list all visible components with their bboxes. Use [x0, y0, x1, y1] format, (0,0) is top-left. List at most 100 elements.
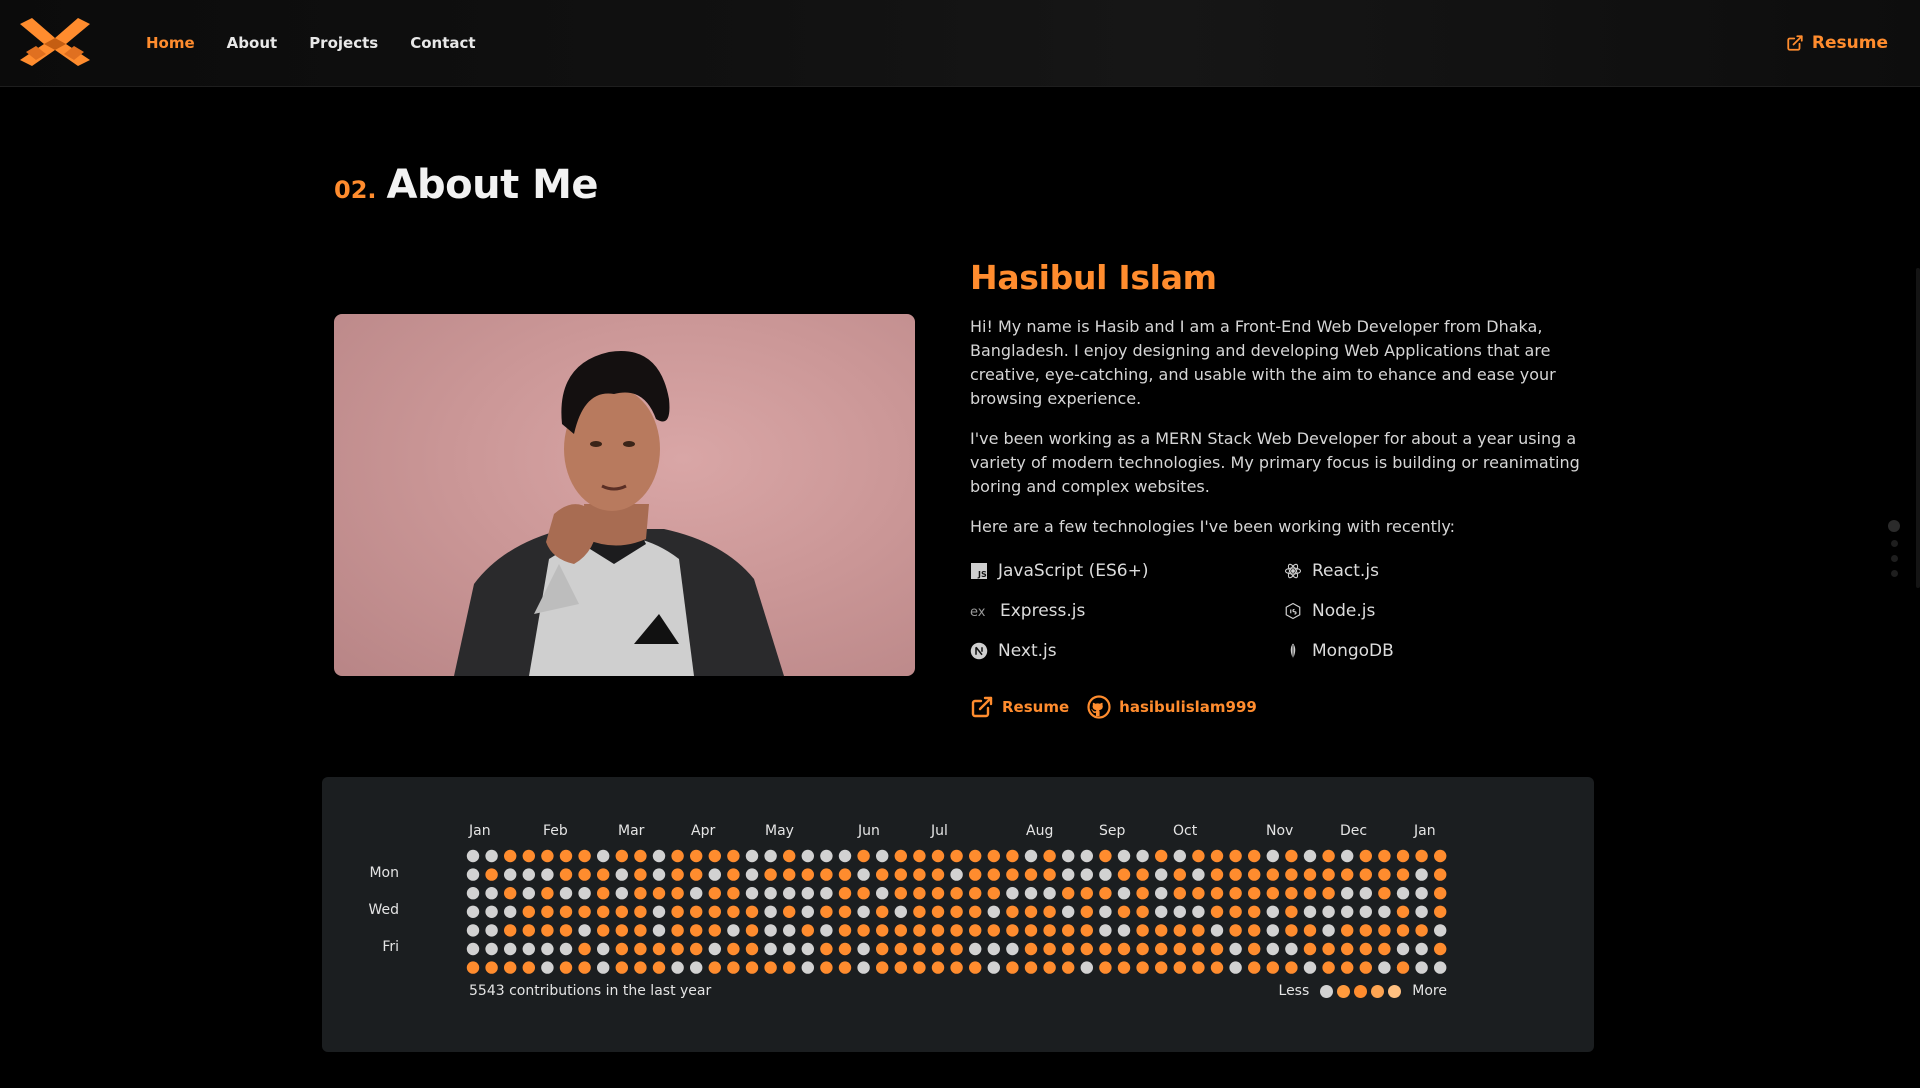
contribution-day[interactable]: [634, 887, 647, 900]
contribution-day[interactable]: [1396, 868, 1410, 881]
contribution-day[interactable]: [1043, 942, 1056, 956]
contribution-day[interactable]: [1006, 942, 1019, 956]
contribution-day[interactable]: [522, 905, 535, 918]
contribution-day[interactable]: [1006, 924, 1019, 937]
contribution-day[interactable]: [652, 924, 666, 937]
contribution-day[interactable]: [1099, 868, 1112, 881]
scrollbar-thumb[interactable]: [1916, 268, 1920, 588]
contribution-day[interactable]: [708, 961, 721, 974]
contribution-day[interactable]: [578, 887, 591, 900]
contribution-day[interactable]: [1434, 924, 1447, 937]
contribution-day[interactable]: [559, 868, 573, 881]
contribution-day[interactable]: [894, 905, 907, 918]
contribution-day[interactable]: [690, 961, 703, 974]
contribution-day[interactable]: [1285, 924, 1298, 937]
contribution-day[interactable]: [541, 849, 554, 863]
contribution-day[interactable]: [1136, 942, 1149, 956]
contribution-day[interactable]: [1341, 905, 1354, 918]
contribution-day[interactable]: [1062, 868, 1075, 881]
pager-dot[interactable]: [1890, 540, 1898, 547]
contribution-day[interactable]: [820, 887, 833, 900]
contribution-day[interactable]: [1006, 868, 1019, 881]
contribution-day[interactable]: [1415, 849, 1428, 863]
contribution-day[interactable]: [1080, 924, 1093, 937]
contribution-day[interactable]: [485, 961, 498, 974]
contribution-day[interactable]: [1062, 961, 1075, 974]
contribution-day[interactable]: [1006, 849, 1019, 863]
contribution-day[interactable]: [1229, 961, 1242, 974]
contribution-day[interactable]: [1155, 887, 1168, 900]
contribution-day[interactable]: [783, 924, 796, 937]
contribution-day[interactable]: [894, 849, 907, 863]
contribution-day[interactable]: [1303, 924, 1317, 937]
contribution-day[interactable]: [1229, 942, 1242, 956]
resume-link[interactable]: Resume: [970, 695, 1069, 719]
contribution-day[interactable]: [1359, 905, 1372, 918]
contribution-day[interactable]: [652, 961, 666, 974]
contribution-day[interactable]: [1192, 887, 1205, 900]
contribution-day[interactable]: [1024, 924, 1038, 937]
contribution-day[interactable]: [1024, 942, 1038, 956]
contribution-day[interactable]: [1173, 849, 1186, 863]
contribution-day[interactable]: [541, 905, 554, 918]
pager-dot[interactable]: [1890, 555, 1898, 562]
contribution-day[interactable]: [950, 924, 963, 937]
contribution-day[interactable]: [1434, 942, 1447, 956]
contribution-day[interactable]: [1359, 942, 1372, 956]
contribution-day[interactable]: [1359, 924, 1372, 937]
contribution-day[interactable]: [1303, 868, 1317, 881]
contribution-day[interactable]: [969, 924, 982, 937]
contribution-day[interactable]: [615, 905, 628, 918]
contribution-day[interactable]: [1415, 942, 1428, 956]
contribution-day[interactable]: [541, 868, 554, 881]
contribution-day[interactable]: [1099, 961, 1112, 974]
contribution-day[interactable]: [801, 942, 814, 956]
contribution-day[interactable]: [1396, 924, 1410, 937]
contribution-day[interactable]: [931, 961, 945, 974]
contribution-day[interactable]: [950, 849, 963, 863]
contribution-day[interactable]: [764, 887, 777, 900]
contribution-day[interactable]: [522, 924, 535, 937]
contribution-day[interactable]: [671, 849, 684, 863]
logo-icon[interactable]: [18, 16, 92, 66]
contribution-day[interactable]: [671, 905, 684, 918]
contribution-day[interactable]: [578, 849, 591, 863]
contribution-day[interactable]: [652, 887, 666, 900]
contribution-day[interactable]: [559, 961, 573, 974]
contribution-day[interactable]: [1396, 905, 1410, 918]
contribution-day[interactable]: [1192, 905, 1205, 918]
contribution-day[interactable]: [466, 942, 480, 956]
contribution-day[interactable]: [597, 849, 610, 863]
contribution-day[interactable]: [876, 887, 889, 900]
contribution-day[interactable]: [1266, 887, 1279, 900]
contribution-day[interactable]: [1117, 887, 1131, 900]
contribution-day[interactable]: [801, 924, 814, 937]
contribution-day[interactable]: [671, 942, 684, 956]
contribution-day[interactable]: [559, 887, 573, 900]
contribution-day[interactable]: [838, 887, 852, 900]
contribution-day[interactable]: [876, 905, 889, 918]
contribution-day[interactable]: [987, 849, 1000, 863]
contribution-day[interactable]: [559, 905, 573, 918]
contribution-day[interactable]: [1341, 849, 1354, 863]
pager-dot[interactable]: [1890, 570, 1898, 577]
contribution-day[interactable]: [504, 849, 517, 863]
contribution-day[interactable]: [1359, 887, 1372, 900]
contribution-day[interactable]: [950, 961, 963, 974]
contribution-day[interactable]: [1322, 887, 1335, 900]
contribution-day[interactable]: [764, 942, 777, 956]
contribution-day[interactable]: [783, 849, 796, 863]
contribution-day[interactable]: [1285, 887, 1298, 900]
contribution-day[interactable]: [801, 868, 814, 881]
contribution-day[interactable]: [1210, 924, 1224, 937]
contribution-day[interactable]: [559, 942, 573, 956]
contribution-day[interactable]: [931, 868, 945, 881]
contribution-day[interactable]: [1210, 942, 1224, 956]
contribution-day[interactable]: [671, 961, 684, 974]
contribution-day[interactable]: [690, 942, 703, 956]
contribution-day[interactable]: [1229, 905, 1242, 918]
contribution-day[interactable]: [1303, 905, 1317, 918]
nav-link-contact[interactable]: Contact: [410, 34, 475, 52]
contribution-day[interactable]: [1136, 887, 1149, 900]
contribution-day[interactable]: [727, 887, 740, 900]
